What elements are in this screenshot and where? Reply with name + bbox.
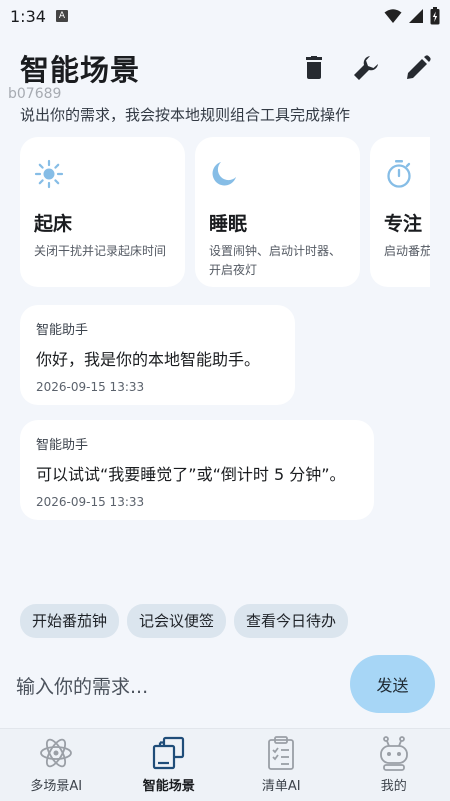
status-right — [384, 7, 440, 25]
clipboard-icon — [263, 735, 299, 771]
scene-card-wakeup[interactable]: 起床 关闭干扰并记录起床时间 — [20, 137, 185, 287]
nav-label: 多场景AI — [30, 775, 82, 794]
scene-title: 起床 — [34, 209, 171, 236]
page-title: 智能场景 — [20, 47, 140, 89]
bottom-nav: 多场景AI 智能场景 清单AI — [0, 728, 450, 801]
message-text: 你好，我是你的本地智能助手。 — [36, 346, 281, 370]
nav-label: 我的 — [381, 775, 407, 794]
message-sender: 智能助手 — [36, 319, 281, 338]
chip-meeting-note[interactable]: 记会议便签 — [127, 604, 226, 638]
header: 智能场景 — [20, 48, 434, 88]
quick-action-chips: 开始番茄钟 记会议便签 查看今日待办 — [20, 604, 348, 638]
message-text: 可以试试“我要睡觉了”或“倒计时 5 分钟”。 — [36, 461, 360, 485]
message-time: 2026-09-15 13:33 — [36, 380, 281, 394]
battery-icon — [430, 7, 440, 25]
chip-start-pomodoro[interactable]: 开始番茄钟 — [20, 604, 119, 638]
composer: 发送 — [0, 652, 450, 722]
moon-icon — [209, 159, 239, 189]
layers-icon — [151, 735, 187, 771]
assistant-message: 智能助手 可以试试“我要睡觉了”或“倒计时 5 分钟”。 2026-09-15 … — [20, 420, 374, 520]
nav-item-smart-scene[interactable]: 智能场景 — [113, 729, 226, 801]
sun-icon — [34, 159, 64, 189]
status-time: 1:34 — [10, 7, 46, 26]
message-time: 2026-09-15 13:33 — [36, 495, 360, 509]
signal-icon — [408, 8, 424, 24]
assistant-message: 智能助手 你好，我是你的本地智能助手。 2026-09-15 13:33 — [20, 305, 295, 405]
status-bar: 1:34 A — [0, 0, 450, 32]
header-actions — [298, 52, 434, 84]
page-subtitle: 说出你的需求，我会按本地规则组合工具完成操作 — [20, 104, 350, 125]
scene-card-sleep[interactable]: 睡眠 设置闹钟、启动计时器、开启夜灯 — [195, 137, 360, 287]
scene-title: 睡眠 — [209, 209, 346, 236]
nav-item-mine[interactable]: 我的 — [338, 729, 450, 801]
edit-icon — [405, 55, 431, 81]
message-sender: 智能助手 — [36, 434, 360, 453]
wifi-icon — [384, 8, 402, 24]
nav-item-multi-scene-ai[interactable]: 多场景AI — [0, 729, 113, 801]
scene-card-row[interactable]: 起床 关闭干扰并记录起床时间 睡眠 设置闹钟、启动计时器、开启夜灯 专注 启动番… — [20, 137, 430, 287]
nav-label: 清单AI — [262, 775, 301, 794]
scene-desc: 关闭干扰并记录起床时间 — [34, 242, 169, 261]
wrench-icon — [352, 54, 380, 82]
nav-item-checklist-ai[interactable]: 清单AI — [225, 729, 338, 801]
status-left: 1:34 A — [10, 7, 68, 26]
delete-icon — [303, 56, 325, 80]
scene-card-focus[interactable]: 专注 启动番茄计完成 — [370, 137, 430, 287]
delete-button[interactable] — [298, 52, 330, 84]
scene-desc: 设置闹钟、启动计时器、开启夜灯 — [209, 242, 344, 280]
robot-icon — [376, 735, 412, 771]
scene-desc: 启动番茄计完成 — [384, 242, 430, 261]
chip-today-todo[interactable]: 查看今日待办 — [234, 604, 348, 638]
notification-badge: A — [56, 10, 68, 22]
timer-icon — [384, 159, 414, 189]
message-input[interactable] — [14, 666, 338, 708]
edit-button[interactable] — [402, 52, 434, 84]
nav-label: 智能场景 — [143, 775, 195, 794]
send-button[interactable]: 发送 — [350, 655, 435, 713]
scene-title: 专注 — [384, 209, 430, 236]
watermark: b07689 — [8, 86, 61, 102]
tools-button[interactable] — [350, 52, 382, 84]
atom-icon — [38, 735, 74, 771]
